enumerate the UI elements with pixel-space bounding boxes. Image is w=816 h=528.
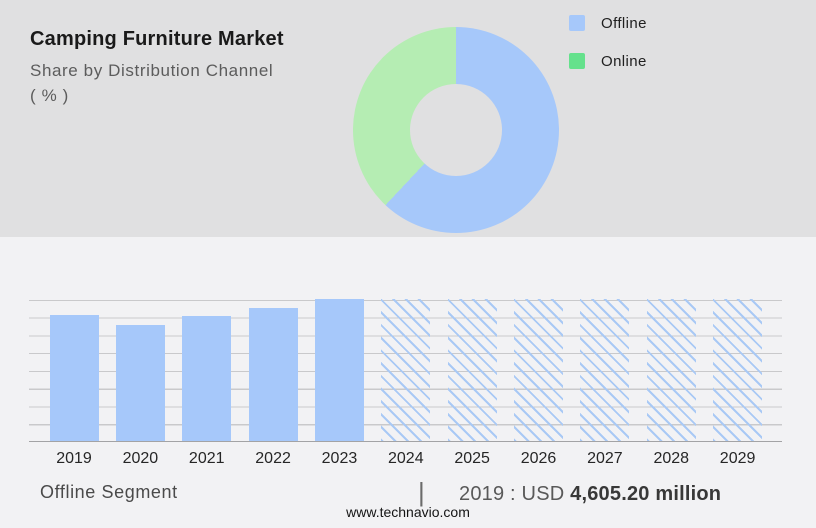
bar-2029 [713,299,763,441]
footer-value-amount: 4,605.20 million [570,483,722,505]
footer-value: 2019 : USD 4,605.20 million [459,483,721,506]
bar-2024 [381,299,431,441]
x-axis-label-2019: 2019 [56,450,92,467]
x-axis-label-2029: 2029 [719,450,756,467]
bar-chart-section: 2019 2020 2021 2022 2023 2024 2025 2026 2027 2028… [0,237,816,528]
bar-2020 [115,325,165,441]
infographic: Camping Furniture Market Share by Distri… [0,0,816,528]
x-axis-label-2028: 2028 [653,450,690,467]
legend-label-offline: Offline [601,14,647,32]
footer-value-prefix: 2019 : USD [459,483,571,505]
bar-2019 [49,315,99,441]
donut-chart [353,27,559,233]
bar-2025 [447,299,497,441]
website-link: www.technavio.com [346,504,470,520]
x-axis-label-2026: 2026 [520,450,557,467]
x-axis-label-2020: 2020 [122,450,159,467]
offline-swatch-icon [569,15,585,31]
bar-2022 [248,308,298,441]
bar-2026 [514,299,564,441]
bar-chart-plot [29,299,782,442]
unit-label: ( % ) [30,86,69,105]
legend-item-online: Online [569,52,647,70]
x-axis-label-2025: 2025 [454,450,490,467]
x-axis-label-2022: 2022 [255,450,291,467]
x-axis-label-2027: 2027 [587,450,623,467]
page-title: Camping Furniture Market [30,28,284,50]
x-axis-label-2021: 2021 [188,450,225,467]
legend: Offline Online [569,14,647,70]
chart-subtitle: Share by Distribution Channel [30,61,274,80]
bar-2028 [646,299,696,441]
bar-2023 [314,299,364,441]
legend-label-online: Online [601,52,647,70]
bar-2027 [580,299,630,441]
header: Camping Furniture Market Share by Distri… [30,28,284,106]
donut-hole [410,84,502,176]
x-axis-label-2023: 2023 [321,450,358,467]
online-swatch-icon [569,53,585,69]
legend-item-offline: Offline [569,14,647,32]
bar-2021 [182,316,232,441]
top-section: Camping Furniture Market Share by Distri… [0,0,816,237]
x-axis-label-2024: 2024 [388,450,424,467]
segment-label: Offline Segment [40,482,178,502]
